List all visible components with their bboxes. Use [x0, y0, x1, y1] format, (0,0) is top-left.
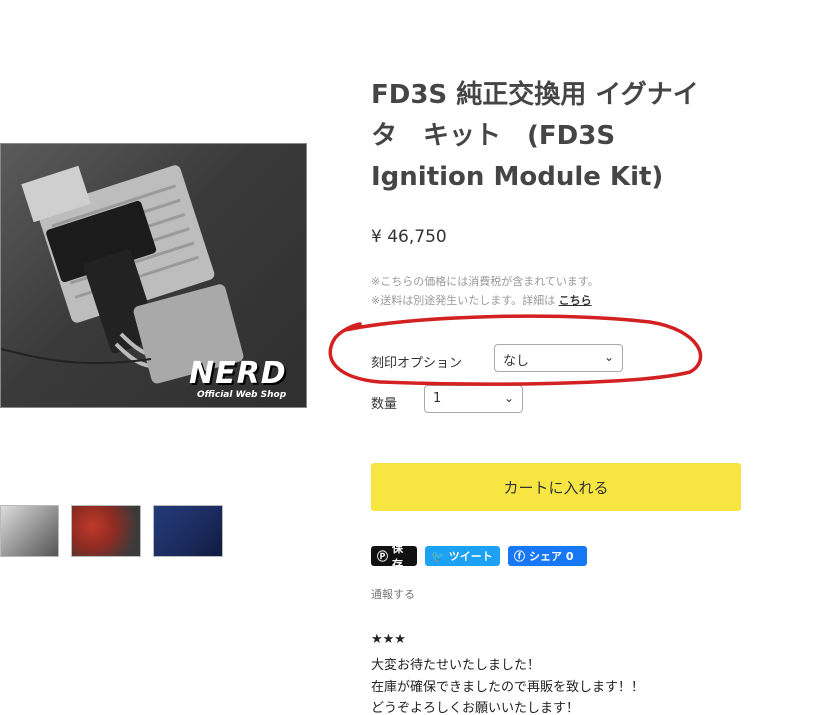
facebook-share-label: シェア 0	[529, 550, 574, 563]
quantity-select[interactable]: 1 ⌄	[424, 385, 523, 413]
quantity-label: 数量	[371, 397, 398, 412]
pinterest-save-label: 保存	[392, 542, 403, 571]
brand-logo-subtitle: Official Web Shop	[197, 390, 287, 400]
product-price: ¥ 46,750	[371, 227, 447, 247]
engraving-option-label: 刻印オプション	[371, 356, 463, 371]
facebook-icon: ⓕ	[514, 550, 525, 563]
shipping-note-text: ※送料は別途発生いたします。詳細は	[371, 294, 556, 307]
tax-note: ※こちらの価格には消費税が含まれています。	[371, 275, 599, 288]
product-title: FD3S 純正交換用 イグナイ タ キット (FD3S Ignition Mod…	[371, 75, 731, 198]
product-title-line-3: Ignition Module Kit)	[371, 162, 664, 192]
twitter-bird-icon: 🐦	[431, 549, 445, 563]
chevron-down-icon: ⌄	[603, 350, 614, 364]
description-stars: ★★★	[371, 632, 406, 647]
description-line-3: どうぞよろしくお願いいたします！	[371, 701, 580, 715]
product-title-line-2: タ キット (FD3S	[371, 121, 616, 151]
twitter-tweet-button[interactable]: 🐦 ツイート	[425, 546, 500, 566]
brand-logo: NERD	[189, 356, 287, 391]
twitter-tweet-label: ツイート	[448, 550, 493, 563]
pinterest-icon: Ⓟ	[377, 550, 388, 563]
description-line-2: 在庫が確保できましたので再販を致します！！	[371, 680, 645, 695]
engraving-option-select[interactable]: なし ⌄	[494, 344, 623, 372]
description-line-1: 大変お待たせいたしました！	[371, 658, 541, 673]
quantity-value: 1	[433, 391, 442, 406]
thumbnail-1[interactable]	[0, 505, 59, 557]
main-product-image[interactable]: NERD Official Web Shop	[0, 143, 307, 408]
report-link[interactable]: 通報する	[371, 586, 415, 602]
chevron-down-icon: ⌄	[503, 391, 514, 405]
shipping-details-link[interactable]: こちら	[559, 294, 592, 307]
add-to-cart-button[interactable]: カートに入れる	[371, 463, 741, 511]
pinterest-save-button[interactable]: Ⓟ 保存	[371, 542, 417, 571]
thumbnail-3[interactable]	[153, 505, 223, 557]
engraving-option-value: なし	[503, 354, 530, 369]
facebook-share-button[interactable]: ⓕ シェア 0	[508, 546, 587, 566]
shipping-note: ※送料は別途発生いたします。詳細は こちら	[371, 292, 592, 308]
thumbnail-2[interactable]	[71, 505, 141, 557]
product-title-line-1: FD3S 純正交換用 イグナイ	[371, 80, 699, 110]
